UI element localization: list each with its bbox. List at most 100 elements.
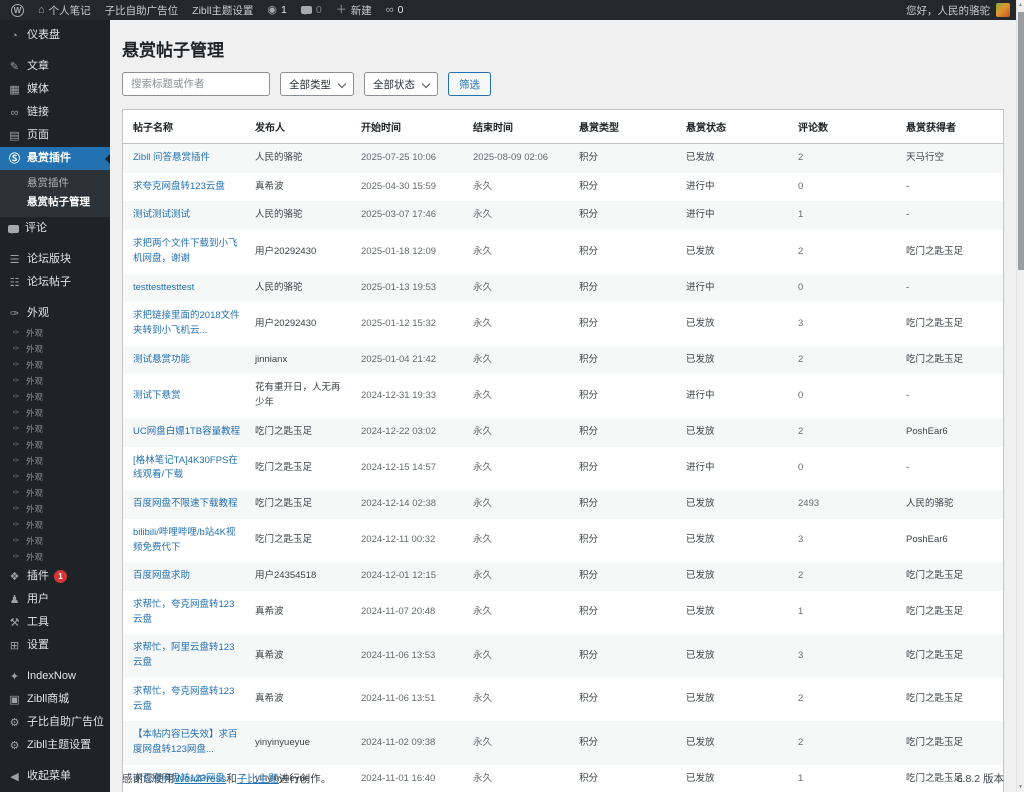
adminbar-item-zibll-theme[interactable]: Zibll主题设置 (185, 0, 260, 20)
wordpress-link[interactable]: WordPress (175, 773, 227, 785)
sidebar-item-pages[interactable]: ▤页面 (0, 124, 110, 147)
cell-type: 积分 (569, 562, 676, 591)
sidebar-subitem-appearance[interactable]: ✑外观 (0, 325, 110, 341)
sidebar-subitem-appearance[interactable]: ✑外观 (0, 405, 110, 421)
new-content-menu[interactable]: ＋ 新建 (329, 0, 379, 20)
post-title-link[interactable]: 求帮忙，阿里云盘转123云盘 (133, 642, 234, 668)
adminbar-item-zibi-ad[interactable]: 子比自助广告位 (98, 0, 186, 20)
post-title-link[interactable]: 求夸克网盘转123云盘 (133, 181, 225, 192)
post-title-link[interactable]: Zibll 问答悬赏插件 (133, 152, 210, 163)
sidebar-subitem-appearance[interactable]: ✑外观 (0, 469, 110, 485)
sidebar-subitem-appearance[interactable]: ✑外观 (0, 517, 110, 533)
comments-counter[interactable]: 0 (294, 0, 329, 20)
post-title-link[interactable]: 测试下悬赏 (133, 390, 181, 401)
submenu-item[interactable]: 悬赏插件 (0, 174, 110, 193)
filter-button[interactable]: 筛选 (448, 72, 491, 96)
post-title-link[interactable]: 求把链接里面的2018文件夹转到小飞机云... (133, 310, 240, 336)
sidebar-item-comments[interactable]: 评论 (0, 217, 110, 240)
sidebar-item-links[interactable]: ∞链接 (0, 101, 110, 124)
cell-count: 2 (788, 418, 896, 447)
link-counter[interactable]: ∞ 0 (379, 0, 411, 20)
subitem-label: 外观 (26, 551, 43, 563)
bounty-posts-table: 帖子名称发布人开始时间结束时间悬赏类型悬赏状态评论数悬赏获得者 Zibll 问答… (122, 109, 1004, 792)
sidebar-item-label: 插件 (27, 570, 49, 583)
sidebar-item-posts[interactable]: ✎文章 (0, 55, 110, 78)
sidebar-item-appearance[interactable]: ✑外观 (0, 302, 110, 325)
sidebar-subitem-appearance[interactable]: ✑外观 (0, 437, 110, 453)
dashboard-icon: ◔ (8, 30, 21, 42)
submenu-item[interactable]: 悬赏帖子管理 (0, 193, 110, 212)
vertical-scrollbar[interactable]: ▲ ▼ (1016, 0, 1024, 792)
post-title-link[interactable]: 求帮忙，夸克网盘转123云盘 (133, 686, 234, 712)
sidebar-item-collapse[interactable]: ◀收起菜单 (0, 765, 110, 788)
sidebar-item-tools[interactable]: ⚒工具 (0, 611, 110, 634)
post-title-link[interactable]: UC网盘白嫖1TB容量教程 (133, 426, 240, 437)
scroll-up-arrow[interactable]: ▲ (1017, 0, 1024, 10)
cell-winner: 吃门之匙玉足 (896, 230, 1003, 273)
post-title-link[interactable]: [格林笔记TA]4K30FPS在线观看/下载 (133, 455, 238, 481)
sidebar-item-users[interactable]: ♟用户 (0, 588, 110, 611)
sidebar-subitem-appearance[interactable]: ✑外观 (0, 421, 110, 437)
site-name-link[interactable]: ⌂ 个人笔记 (31, 0, 98, 20)
theme-link[interactable]: 子比主题 (237, 773, 279, 785)
column-header-1: 发布人 (245, 110, 351, 144)
search-input[interactable] (122, 72, 270, 96)
sidebar-item-forum-posts[interactable]: ☷论坛帖子 (0, 271, 110, 294)
sidebar-subitem-appearance[interactable]: ✑外观 (0, 341, 110, 357)
sidebar-item-zibi-ad[interactable]: ⚙子比自助广告位 (0, 711, 110, 734)
sidebar-item-bounty-plugin[interactable]: Ⓢ悬赏插件 (0, 147, 110, 170)
sidebar-subitem-appearance[interactable]: ✑外观 (0, 485, 110, 501)
sidebar-subitem-appearance[interactable]: ✑外观 (0, 357, 110, 373)
cell-post-title: bilibili/哔哩哔哩/b站4K视频免费代下 (123, 519, 245, 562)
appearance-sub-icon: ✑ (11, 327, 21, 339)
sidebar-subitem-appearance[interactable]: ✑外观 (0, 389, 110, 405)
cell-status: 已发放 (676, 591, 788, 634)
sidebar-subitem-appearance[interactable]: ✑外观 (0, 549, 110, 565)
sidebar-item-zibll-shop[interactable]: ▣Zibll商城 (0, 688, 110, 711)
post-title-link[interactable]: 求把两个文件下载到小飞机网盘，谢谢 (133, 238, 238, 264)
post-title-link[interactable]: bilibili/哔哩哔哩/b站4K视频免费代下 (133, 527, 235, 553)
cell-date: 永久 (463, 173, 569, 202)
cell-winner: 吃门之匙玉足 (896, 634, 1003, 677)
cell-winner: - (896, 201, 1003, 230)
home-icon: ⌂ (38, 5, 45, 16)
user-avatar[interactable] (996, 3, 1010, 17)
sidebar-item-zibll-theme[interactable]: ⚙Zibll主题设置 (0, 734, 110, 757)
post-title-link[interactable]: testtesttesttest (133, 282, 194, 293)
cell-date: 2024-12-22 03:02 (351, 418, 463, 447)
sidebar-item-forum-sections[interactable]: ☰论坛版块 (0, 248, 110, 271)
post-title-link[interactable]: 百度网盘求助 (133, 570, 190, 581)
user-greeting[interactable]: 您好，人民的骆驼 (906, 3, 990, 18)
cell-count: 3 (788, 634, 896, 677)
sidebar-item-plugins[interactable]: ❖插件1 (0, 565, 110, 588)
scrollbar-thumb[interactable] (1018, 12, 1024, 270)
sidebar-item-label: 仪表盘 (27, 29, 60, 42)
cell-date: 永久 (463, 447, 569, 490)
sidebar-item-settings[interactable]: ⊞设置 (0, 634, 110, 657)
status-select[interactable]: 全部状态 (364, 72, 438, 96)
sidebar-item-indexnow[interactable]: ✦IndexNow (0, 665, 110, 688)
sidebar-subitem-appearance[interactable]: ✑外观 (0, 501, 110, 517)
sidebar-subitem-appearance[interactable]: ✑外观 (0, 533, 110, 549)
sidebar-subitem-appearance[interactable]: ✑外观 (0, 373, 110, 389)
cell-type: 积分 (569, 346, 676, 375)
post-title-link[interactable]: 百度网盘不限速下载教程 (133, 498, 238, 509)
wordpress-logo-icon: W (11, 4, 24, 17)
sidebar-item-dashboard[interactable]: ◔ 仪表盘 (0, 24, 110, 47)
cell-status: 已发放 (676, 634, 788, 677)
appearance-sub-icon: ✑ (11, 503, 21, 515)
type-select[interactable]: 全部类型 (280, 72, 354, 96)
cell-date: 2025-07-25 10:06 (351, 144, 463, 173)
post-title-link[interactable]: 求帮忙，夸克网盘转123云盘 (133, 599, 234, 625)
cell-post-title: 测试下悬赏 (123, 374, 245, 417)
post-title-link[interactable]: 测试测试测试 (133, 209, 190, 220)
post-title-link[interactable]: 【本帖内容已失效】求百度网盘转123网盘... (133, 729, 238, 755)
view-counter[interactable]: ◉ 1 (260, 0, 293, 20)
wp-logo-menu[interactable]: W (4, 0, 31, 20)
post-title-link[interactable]: 测试悬赏功能 (133, 354, 190, 365)
sidebar-menu: ◔ 仪表盘 ✎文章▦媒体∞链接▤页面Ⓢ悬赏插件悬赏插件悬赏帖子管理评论 ☰论坛版块☷论… (0, 24, 110, 788)
sidebar-item-media[interactable]: ▦媒体 (0, 78, 110, 101)
sidebar-subitem-appearance[interactable]: ✑外观 (0, 453, 110, 469)
scroll-down-arrow[interactable]: ▼ (1017, 782, 1024, 792)
subitem-label: 外观 (26, 391, 43, 403)
